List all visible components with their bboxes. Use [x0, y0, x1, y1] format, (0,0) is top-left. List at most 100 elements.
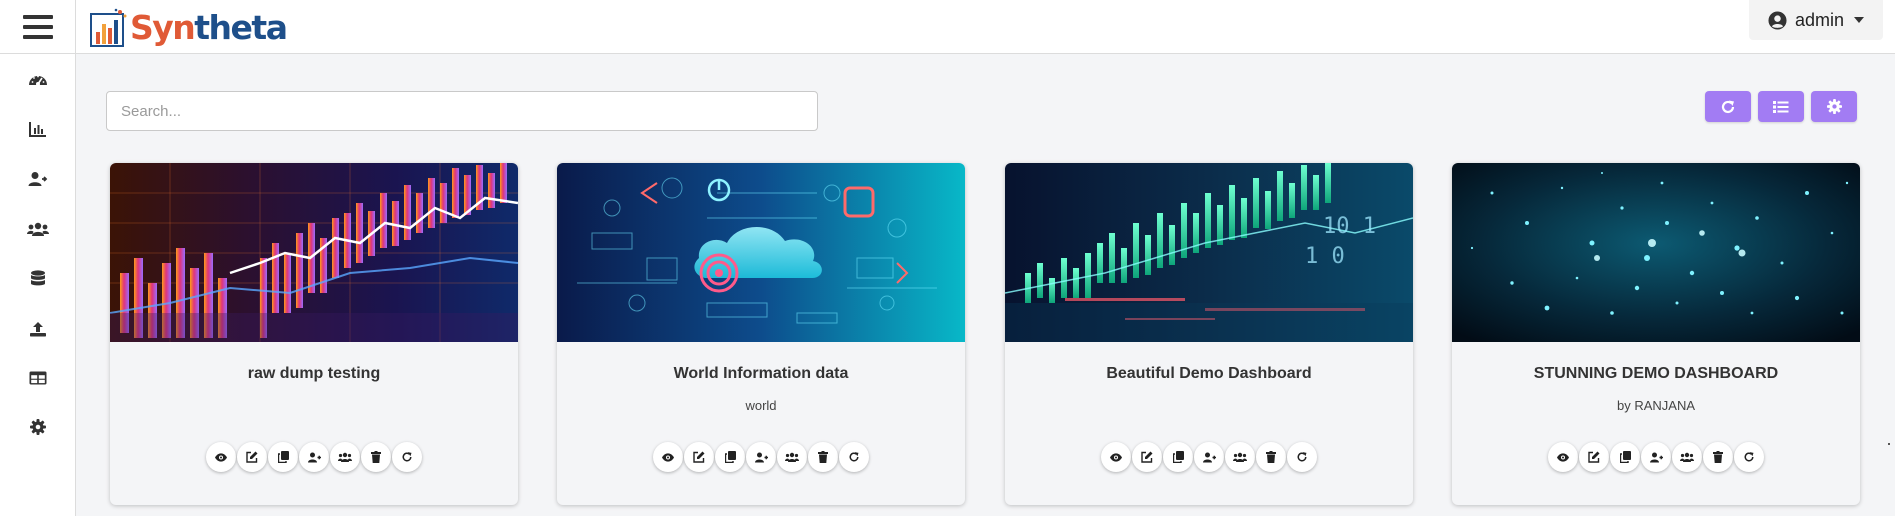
edit-icon [693, 451, 705, 463]
refresh-icon [1721, 100, 1735, 113]
search-input[interactable] [106, 91, 818, 131]
refresh-icon [1297, 452, 1307, 462]
card-thumbnail-financial-chart[interactable]: 10 1 1 0 [1005, 163, 1413, 342]
chevron-down-icon [1854, 17, 1865, 23]
hamburger-menu-icon[interactable] [0, 0, 76, 54]
settings-gear-icon [1826, 99, 1842, 114]
dashboard-card[interactable]: World Information data world [557, 163, 965, 505]
copy-button[interactable] [715, 442, 745, 472]
edit-button[interactable] [1132, 442, 1162, 472]
logo-chart-icon [90, 8, 127, 47]
edit-icon [246, 451, 258, 463]
delete-button[interactable] [808, 442, 838, 472]
list-view-button[interactable] [1758, 91, 1804, 122]
dashboard-card[interactable]: raw dump testing [110, 163, 518, 505]
copy-button[interactable] [268, 442, 298, 472]
card-title[interactable]: raw dump testing [110, 365, 518, 383]
refresh-icon [849, 452, 859, 462]
view-button[interactable] [1101, 442, 1131, 472]
delete-icon [371, 451, 381, 463]
card-thumbnail-financial-chart[interactable] [110, 163, 518, 342]
share-group-icon [338, 452, 352, 462]
sidebar-item-data-sources[interactable] [0, 259, 76, 299]
card-subtitle: by RANJANA [1616, 398, 1696, 413]
sidebar-item-dashboards[interactable] [0, 59, 76, 99]
copy-button[interactable] [1610, 442, 1640, 472]
users-icon [27, 222, 49, 236]
copy-button[interactable] [1163, 442, 1193, 472]
app-logo-text: Syntheta [130, 8, 288, 47]
share-group-icon [1233, 452, 1247, 462]
card-actions [557, 442, 965, 472]
edit-button[interactable] [237, 442, 267, 472]
share-user-icon [754, 452, 768, 462]
settings-button[interactable] [1811, 91, 1857, 122]
stray-dot [1888, 443, 1890, 445]
edit-icon [1588, 451, 1600, 463]
refresh-icon [402, 452, 412, 462]
dashboard-gauge-icon [29, 75, 47, 86]
reload-button[interactable] [1287, 442, 1317, 472]
view-icon [215, 452, 227, 462]
user-menu[interactable]: admin [1749, 0, 1883, 40]
top-bar: Syntheta admin [0, 0, 1895, 54]
card-thumbnail-cloud-technology[interactable] [557, 163, 965, 342]
dashboard-card[interactable]: STUNNING DEMO DASHBOARD by RANJANA [1452, 163, 1860, 505]
card-title[interactable]: STUNNING DEMO DASHBOARD [1452, 365, 1860, 383]
card-subtitle: world [745, 398, 777, 413]
view-icon [1110, 452, 1122, 462]
card-actions [1452, 442, 1860, 472]
reload-button[interactable] [839, 442, 869, 472]
card-actions [1005, 442, 1413, 472]
gear-icon [30, 419, 46, 435]
card-title[interactable]: World Information data [557, 365, 965, 383]
reload-button[interactable] [392, 442, 422, 472]
card-actions [110, 442, 518, 472]
share-user-button[interactable] [1194, 442, 1224, 472]
share-group-button[interactable] [1225, 442, 1255, 472]
sidebar [0, 54, 76, 516]
edit-button[interactable] [684, 442, 714, 472]
share-user-icon [1649, 452, 1663, 462]
upload-icon [30, 322, 46, 337]
refresh-button[interactable] [1705, 91, 1751, 122]
view-icon [1557, 452, 1569, 462]
copy-icon [277, 451, 289, 463]
share-user-button[interactable] [746, 442, 776, 472]
edit-icon [1141, 451, 1153, 463]
dashboard-card[interactable]: 10 1 1 0 Beautiful Demo Dashboard [1005, 163, 1413, 505]
view-button[interactable] [653, 442, 683, 472]
sidebar-item-tables[interactable] [0, 358, 76, 398]
table-icon [29, 371, 47, 385]
sidebar-item-settings[interactable] [0, 407, 76, 447]
delete-button[interactable] [1703, 442, 1733, 472]
view-button[interactable] [1548, 442, 1578, 472]
share-group-button[interactable] [1672, 442, 1702, 472]
card-title[interactable]: Beautiful Demo Dashboard [1005, 365, 1413, 383]
view-button[interactable] [206, 442, 236, 472]
delete-icon [1266, 451, 1276, 463]
delete-icon [1713, 451, 1723, 463]
delete-icon [818, 451, 828, 463]
copy-icon [724, 451, 736, 463]
reload-button[interactable] [1734, 442, 1764, 472]
edit-button[interactable] [1579, 442, 1609, 472]
delete-button[interactable] [361, 442, 391, 472]
app-logo[interactable]: Syntheta [90, 2, 288, 48]
share-group-button[interactable] [330, 442, 360, 472]
list-view-icon [1773, 100, 1789, 113]
svg-text:1 0: 1 0 [1305, 244, 1345, 269]
sidebar-item-groups[interactable] [0, 209, 76, 249]
sidebar-item-user-access[interactable] [0, 159, 76, 199]
share-group-button[interactable] [777, 442, 807, 472]
sidebar-item-upload[interactable] [0, 309, 76, 349]
delete-button[interactable] [1256, 442, 1286, 472]
refresh-icon [1744, 452, 1754, 462]
share-user-icon [1202, 452, 1216, 462]
database-icon [31, 270, 45, 286]
share-user-button[interactable] [1641, 442, 1671, 472]
share-user-button[interactable] [299, 442, 329, 472]
card-thumbnail-particles[interactable] [1452, 163, 1860, 342]
sidebar-item-charts[interactable] [0, 109, 76, 149]
user-name: admin [1794, 9, 1845, 30]
